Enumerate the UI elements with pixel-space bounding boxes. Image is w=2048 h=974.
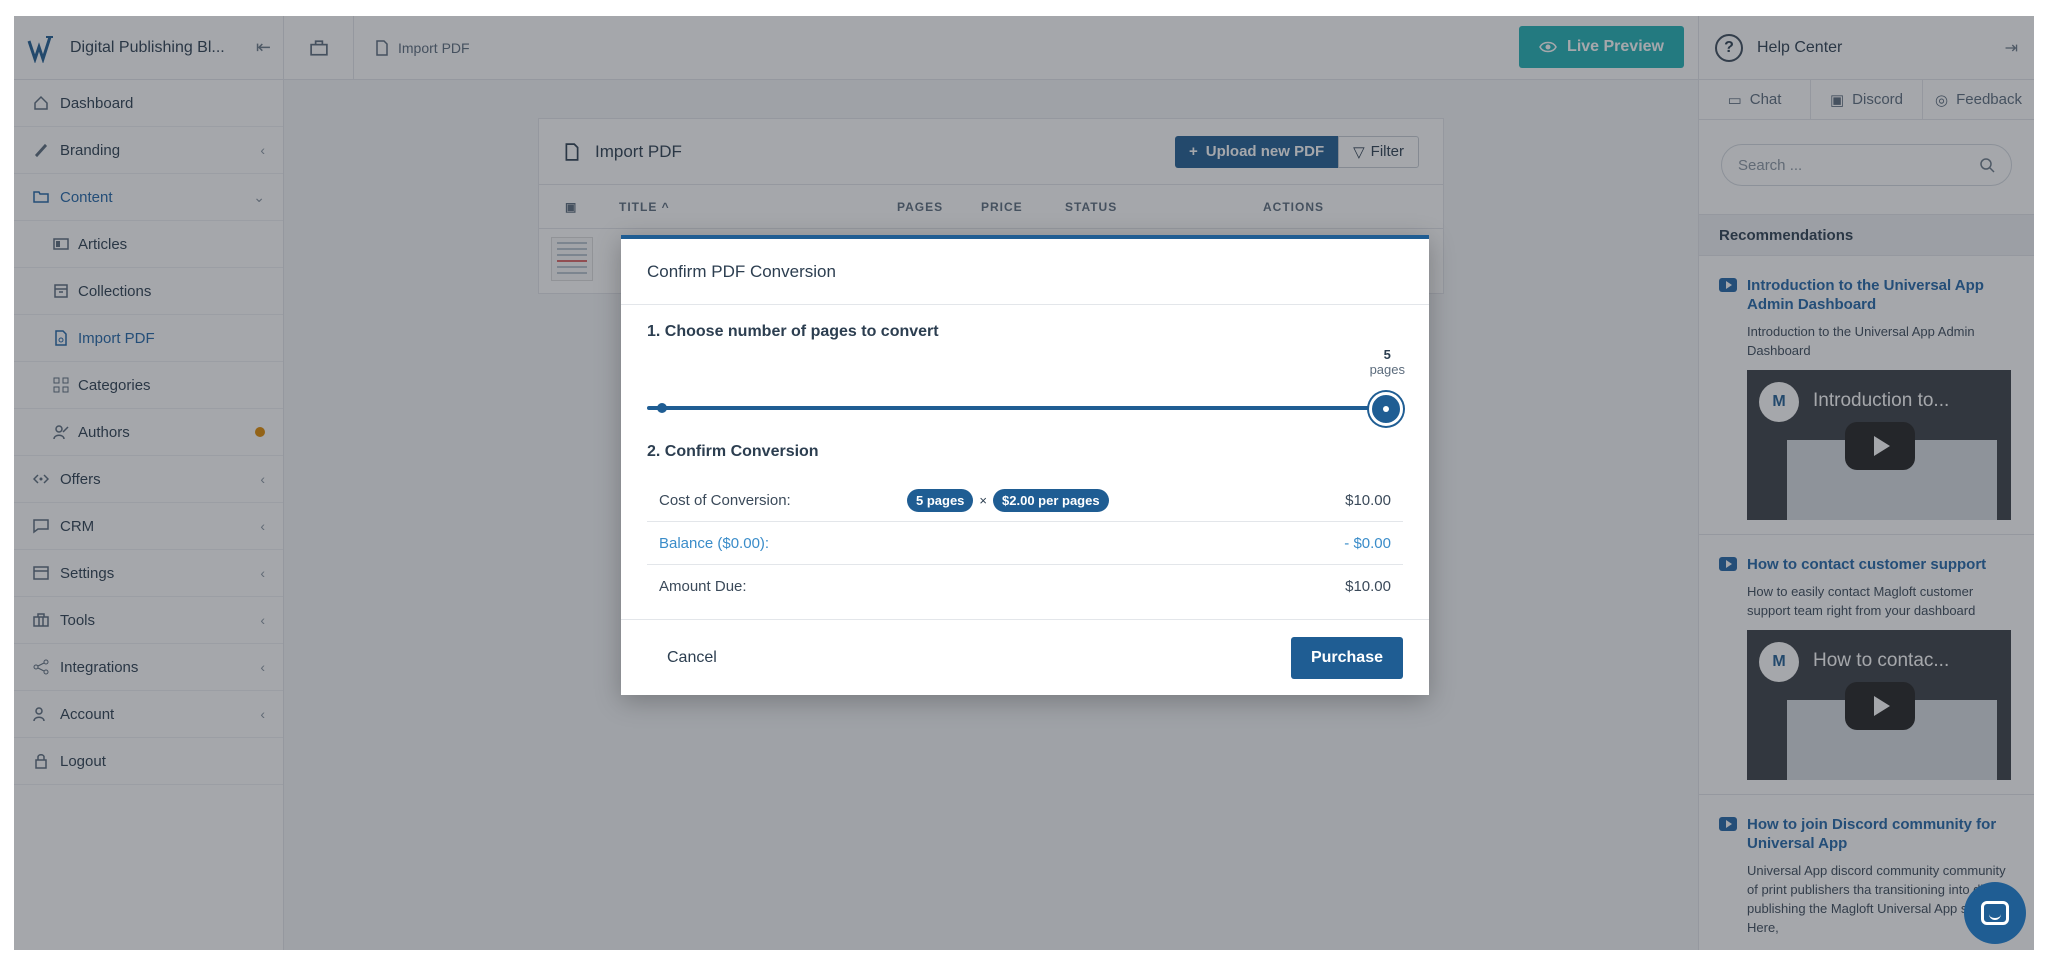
- slider-unit: pages: [1369, 362, 1405, 377]
- price-pill: $2.00 per pages: [993, 488, 1109, 512]
- times-sign: ×: [979, 492, 988, 508]
- modal-title: Confirm PDF Conversion: [621, 239, 1429, 305]
- pages-slider-track[interactable]: [647, 406, 1403, 410]
- conversion-summary: Cost of Conversion: 5 pages × $2.00 per …: [647, 479, 1403, 608]
- amount-due-row: Amount Due: $10.00: [647, 565, 1403, 608]
- pages-slider-handle[interactable]: [1369, 392, 1403, 426]
- slider-value-display: 5 pages: [1370, 347, 1405, 377]
- confirm-conversion-modal: Confirm PDF Conversion 1. Choose number …: [621, 235, 1429, 695]
- pages-pill: 5 pages: [907, 488, 974, 512]
- cancel-button[interactable]: Cancel: [667, 649, 717, 667]
- amount-due-value: $10.00: [1345, 578, 1391, 595]
- cost-row: Cost of Conversion: 5 pages × $2.00 per …: [647, 479, 1403, 522]
- cost-formula: 5 pages × $2.00 per pages: [907, 488, 1109, 512]
- purchase-button[interactable]: Purchase: [1290, 636, 1403, 679]
- balance-value: - $0.00: [1344, 534, 1391, 552]
- slider-min-marker: [657, 403, 667, 413]
- amount-due-label: Amount Due:: [659, 578, 747, 595]
- balance-row: Balance ($0.00): - $0.00: [647, 522, 1403, 565]
- app-frame: Digital Publishing Bl... ⇤ Dashboard Bra…: [14, 16, 2034, 950]
- modal-body: 1. Choose number of pages to convert 5 p…: [621, 305, 1429, 619]
- cost-value: $10.00: [1345, 491, 1391, 509]
- slider-value: 5: [1383, 347, 1391, 362]
- chat-bubble-icon: [1981, 901, 2009, 925]
- step1-label: 1. Choose number of pages to convert: [647, 323, 939, 340]
- balance-label[interactable]: Balance ($0.00):: [659, 535, 1344, 552]
- modal-footer: Cancel Purchase: [621, 619, 1429, 695]
- chat-launcher-button[interactable]: [1964, 882, 2026, 944]
- step2-label: 2. Confirm Conversion: [647, 443, 819, 460]
